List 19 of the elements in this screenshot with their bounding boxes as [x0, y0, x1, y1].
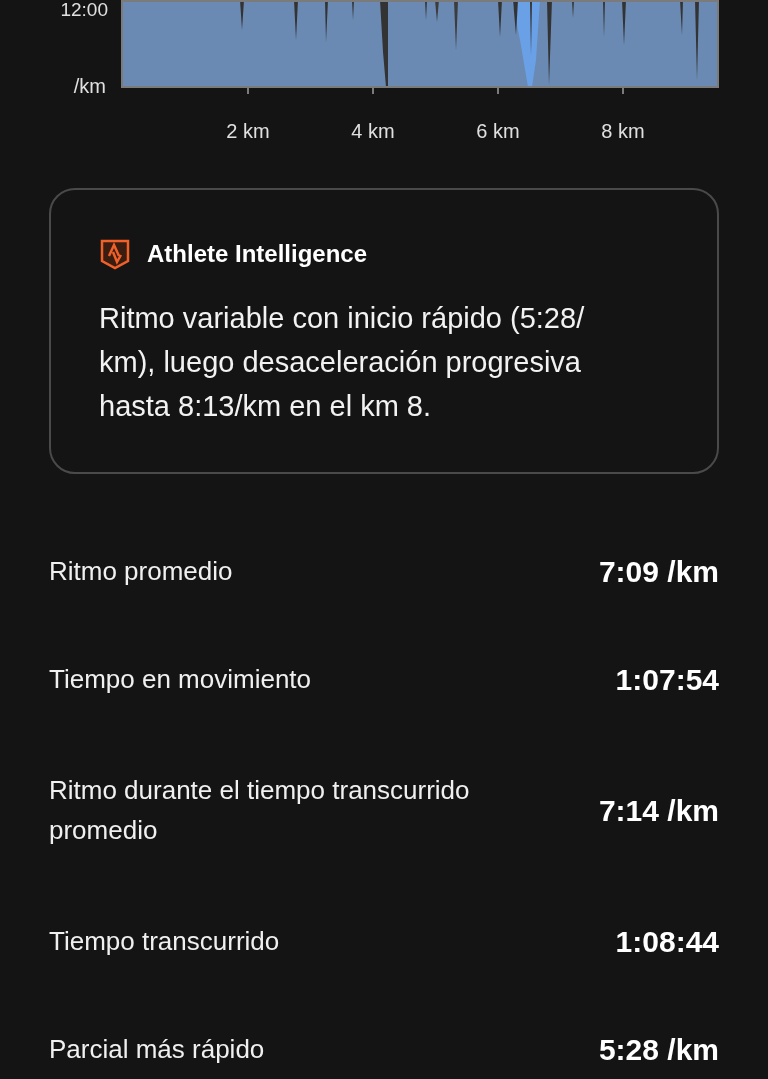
shield-icon	[99, 238, 131, 270]
stat-label: Ritmo durante el tiempo transcurrido promedio	[49, 774, 471, 847]
card-title: Athlete Intelligence	[147, 239, 368, 269]
axis-label: 6 km	[476, 119, 520, 144]
stat-label: Ritmo promedio	[49, 555, 233, 588]
stat-value: 5:28 /km	[598, 1031, 719, 1068]
stat-value: 7:14 /km	[598, 792, 719, 829]
stat-value: 1:08:44	[615, 923, 719, 960]
stat-label: Tiempo transcurrido	[49, 925, 280, 958]
stat-value: 7:09 /km	[598, 553, 719, 590]
stat-value: 1:07:54	[615, 661, 719, 698]
stat-label: Parcial más rápido	[49, 1033, 265, 1066]
insight-text: Ritmo variable con inicio rápido (5:28/ km), luego desaceleración progresiva hasta 8:13/km en el km 8.	[99, 301, 586, 424]
axis-label: 2 km	[226, 119, 270, 144]
stat-label: Tiempo en movimiento	[49, 663, 312, 696]
axis-label: 4 km	[351, 119, 395, 144]
axis-label: 8 km	[601, 119, 645, 144]
axis-label: 12:00	[59, 0, 108, 19]
axis-label: /km	[72, 76, 106, 96]
